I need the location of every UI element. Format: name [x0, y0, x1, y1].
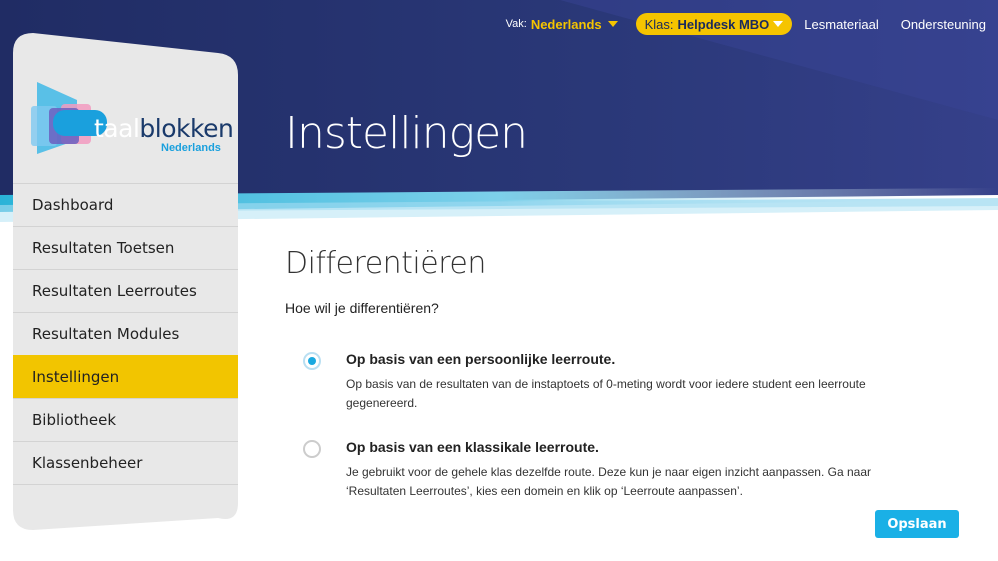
- radio-checked-icon[interactable]: [303, 352, 321, 370]
- sidebar-item-klassenbeheer[interactable]: Klassenbeheer: [13, 441, 238, 485]
- logo-blokken: blokken: [139, 114, 234, 143]
- sidebar-item-resultaten-modules[interactable]: Resultaten Modules: [13, 312, 238, 355]
- option-title[interactable]: Op basis van een persoonlijke leerroute.: [346, 351, 615, 367]
- nav-link-ondersteuning[interactable]: Ondersteuning: [901, 17, 986, 32]
- option-title[interactable]: Op basis van een klassikale leerroute.: [346, 439, 599, 455]
- subject-selector[interactable]: Vak: Nederlands: [506, 17, 618, 32]
- sidebar-item-instellingen[interactable]: Instellingen: [13, 355, 238, 398]
- sidebar: taalblokken Nederlands Dashboard Resulta…: [13, 33, 238, 530]
- logo-taal: taal: [94, 114, 140, 143]
- differentiation-question: Hoe wil je differentiëren?: [285, 300, 439, 316]
- subject-value: Nederlands: [530, 16, 602, 32]
- class-selector[interactable]: Klas: Helpdesk MBO: [635, 13, 793, 35]
- sidebar-item-resultaten-toetsen[interactable]: Resultaten Toetsen: [13, 226, 238, 269]
- chevron-down-icon: [773, 21, 784, 27]
- class-label: Klas:: [644, 16, 674, 32]
- sidebar-item-dashboard[interactable]: Dashboard: [13, 183, 238, 226]
- option-description: Op basis van de resultaten van de instap…: [346, 377, 866, 410]
- top-navigation: Vak: Nederlands Klas: Helpdesk MBO Lesma…: [506, 12, 998, 36]
- sidebar-menu: Dashboard Resultaten Toetsen Resultaten …: [13, 183, 238, 485]
- taalblokken-logo[interactable]: taalblokken Nederlands: [31, 80, 234, 160]
- sidebar-item-bibliotheek[interactable]: Bibliotheek: [13, 398, 238, 441]
- nav-link-lesmateriaal[interactable]: Lesmateriaal: [804, 17, 878, 32]
- class-value: Helpdesk MBO: [677, 16, 770, 32]
- subject-label: Vak:: [505, 18, 527, 30]
- logo-subtitle: Nederlands: [161, 142, 221, 154]
- radio-empty-icon[interactable]: [303, 440, 321, 458]
- page-title: Instellingen: [285, 108, 528, 159]
- sidebar-item-resultaten-leerroutes[interactable]: Resultaten Leerroutes: [13, 269, 238, 312]
- chevron-down-icon: [607, 21, 618, 27]
- save-button[interactable]: Opslaan: [875, 510, 959, 538]
- section-title: Differentiëren: [285, 246, 486, 281]
- option-description: Je gebruikt voor de gehele klas dezelfde…: [346, 465, 871, 498]
- logo-wordmark: taalblokken: [94, 114, 234, 143]
